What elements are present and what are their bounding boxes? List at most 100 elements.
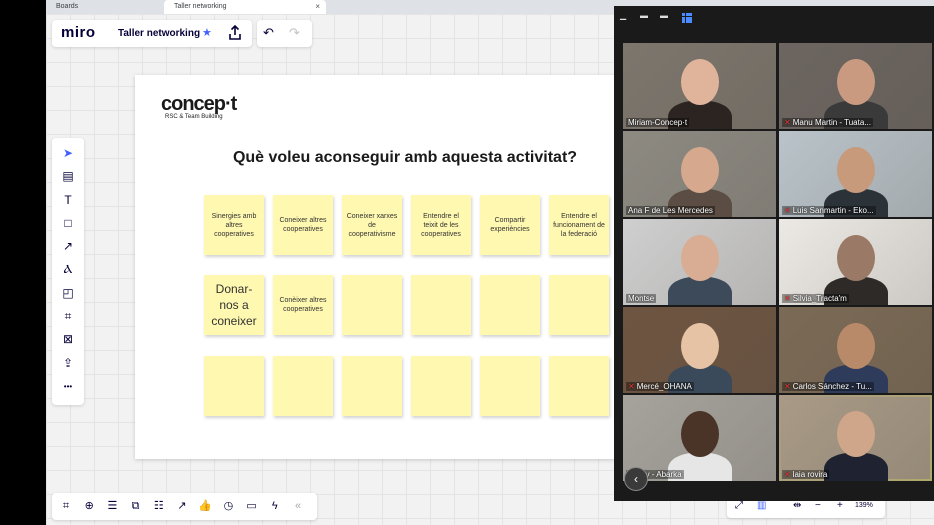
bottom-toolbar: ⌗ ⊕ ☰ ⧉ ☷ ↗ 👍 ◷ ▭ ϟ « (52, 493, 317, 520)
sticky-note[interactable] (411, 275, 471, 335)
zoom-level[interactable]: 139% (855, 502, 873, 509)
participant-tile[interactable]: ✕ laia rovira (779, 395, 932, 481)
sticky-note-icon[interactable]: ◰ (60, 285, 76, 301)
zoom-out-button[interactable]: − (815, 500, 821, 511)
participant-name: Miriam-Concep·t (626, 118, 690, 127)
sticky-note[interactable] (411, 356, 471, 416)
participant-face (681, 411, 719, 457)
participant-name: ✕ Mercé_OHANA (626, 382, 694, 391)
participant-name-text: Mercé_OHANA (636, 382, 692, 391)
participant-tile[interactable]: ✕ady - Abarka (623, 395, 776, 481)
history-controls: ↶ ↷ (257, 20, 312, 47)
participant-tile[interactable]: ✕ Silvia_Tracta'm (779, 219, 932, 305)
sticky-note[interactable]: Coneixer xarxes de cooperativisme (342, 195, 402, 255)
upload-icon[interactable] (228, 24, 242, 42)
participant-name: Montse (626, 294, 657, 303)
strip-view-icon[interactable]: ▬ (660, 12, 670, 20)
participant-tile[interactable]: Montse (623, 219, 776, 305)
cards-icon[interactable]: ⧉ (128, 498, 144, 514)
timer-icon[interactable]: ◷ (220, 498, 236, 514)
participant-face (837, 323, 875, 369)
participant-face (837, 59, 875, 105)
minimize-icon[interactable]: ▁ (620, 12, 630, 20)
sticky-note[interactable]: Sinergies amb altres cooperatives (204, 195, 264, 255)
participant-face (837, 147, 875, 193)
sticky-note[interactable] (549, 275, 609, 335)
sticky-note[interactable] (204, 356, 264, 416)
comment-icon[interactable]: ☰ (104, 498, 120, 514)
sticky-note[interactable] (549, 356, 609, 416)
video-icon[interactable]: ▭ (244, 498, 260, 514)
star-icon[interactable]: ★ (202, 26, 212, 39)
reaction-icon[interactable]: 👍 (197, 498, 213, 514)
shape-icon[interactable]: □ (60, 215, 76, 231)
zoom-in-button[interactable]: + (837, 500, 843, 511)
fit-width-icon[interactable]: ⇹ (793, 500, 801, 511)
crop-icon[interactable]: ⊠ (60, 331, 76, 347)
sticky-note[interactable]: Donar-nos a coneixer (204, 275, 264, 335)
sticky-note[interactable] (342, 356, 402, 416)
share-icon[interactable]: ↗ (174, 498, 190, 514)
participant-face (837, 411, 875, 457)
board-title[interactable]: Taller networking (118, 28, 200, 39)
participant-tile[interactable]: ✕ Manu Martin - Tuata... (779, 43, 932, 129)
participant-tile[interactable]: ✕ Luis Sanmartin - Eko... (779, 131, 932, 217)
frame-icon[interactable]: ⌗ (60, 308, 76, 324)
sticky-note[interactable] (480, 356, 540, 416)
connector-icon[interactable]: ↗ (60, 238, 76, 254)
sticky-note[interactable]: Entendre el funcionament de la federació (549, 195, 609, 255)
participant-tile[interactable]: Miriam-Concep·t (623, 43, 776, 129)
previous-page-button[interactable]: ‹ (624, 467, 648, 491)
participant-name-text: Carlos Sánchez - Tu... (792, 382, 872, 391)
muted-mic-icon: ✕ (628, 382, 635, 391)
frame-question[interactable]: Què voleu aconseguir amb aquesta activit… (175, 149, 615, 167)
gallery-view-icon[interactable] (682, 13, 692, 23)
frames-icon[interactable]: ⌗ (58, 498, 74, 514)
kanban-icon[interactable]: ☷ (151, 498, 167, 514)
activity-frame[interactable]: concep·t RSC & Team Building Què voleu a… (135, 75, 615, 459)
sticky-note[interactable] (480, 275, 540, 335)
participant-name-text: Luis Sanmartin - Eko... (792, 206, 874, 215)
participant-figure (824, 453, 888, 481)
close-icon[interactable]: × (315, 0, 320, 14)
presentation-icon[interactable]: ⊕ (81, 498, 97, 514)
participant-name: ✕ Manu Martin - Tuata... (782, 118, 873, 127)
sticky-note[interactable]: Conèixer altres cooperatives (273, 275, 333, 335)
sticky-note[interactable] (342, 275, 402, 335)
muted-mic-icon: ✕ (784, 470, 791, 479)
tab-taller-networking[interactable]: Taller networking × (164, 0, 326, 14)
upload-icon[interactable]: ⇪ (60, 355, 76, 371)
participant-tile[interactable]: ✕ Mercé_OHANA (623, 307, 776, 393)
sticky-note[interactable]: Coneixer altres cooperatives (273, 195, 333, 255)
redo-icon[interactable]: ↷ (289, 25, 300, 41)
brand-subtitle: RSC & Team Building (165, 114, 223, 120)
fit-icon[interactable]: ⤢ (735, 500, 743, 511)
sticky-note[interactable]: Entendre el teixit de les cooperatives (411, 195, 471, 255)
muted-mic-icon: ✕ (784, 294, 791, 303)
integration-icon[interactable]: ϟ (267, 498, 283, 514)
tab-boards[interactable]: Boards (46, 0, 164, 14)
participant-face (681, 59, 719, 105)
participant-name-text: Ana F de Les Mercedes (628, 206, 713, 215)
miro-logo[interactable]: miro (61, 24, 96, 41)
participant-figure (668, 277, 732, 305)
speaker-view-icon[interactable]: ▬ (640, 12, 650, 20)
video-call-toolbar: ▁ ▬ ▬ (614, 6, 934, 28)
sticky-note[interactable] (273, 356, 333, 416)
participant-tile[interactable]: ✕ Carlos Sánchez - Tu... (779, 307, 932, 393)
templates-icon[interactable]: ▤ (60, 168, 76, 184)
participant-tile[interactable]: Ana F de Les Mercedes (623, 131, 776, 217)
brand-logo: concep·t (161, 93, 237, 115)
participant-name: ✕ Luis Sanmartin - Eko... (782, 206, 876, 215)
text-icon[interactable]: T (60, 192, 76, 208)
more-icon[interactable]: ••• (60, 378, 76, 394)
participant-name-text: Miriam-Concep·t (628, 118, 688, 127)
select-icon[interactable]: ➤ (60, 145, 76, 161)
pen-icon[interactable]: Ⲁ (60, 262, 76, 278)
collapse-icon[interactable]: « (290, 498, 306, 514)
sticky-note[interactable]: Compartir experiències (480, 195, 540, 255)
undo-icon[interactable]: ↶ (263, 25, 274, 41)
muted-mic-icon: ✕ (784, 206, 791, 215)
participant-name-text: Silvia_Tracta'm (792, 294, 847, 303)
map-icon[interactable]: ▥ (757, 500, 766, 511)
